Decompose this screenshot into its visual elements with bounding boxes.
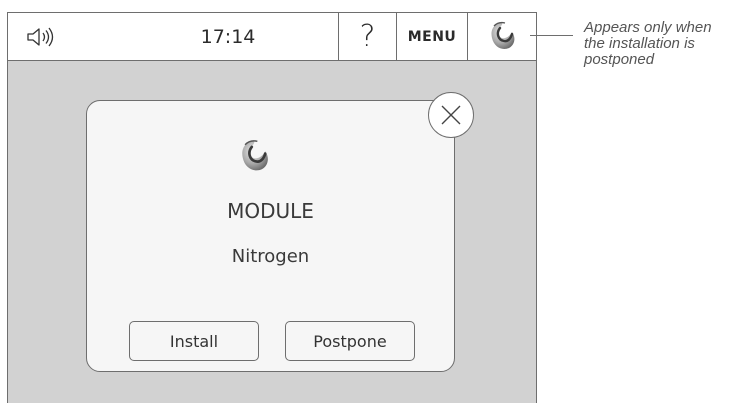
install-button[interactable]: Install: [129, 321, 259, 361]
help-button[interactable]: ?: [338, 13, 396, 60]
device-screen: 17:14 ? MENU MODULE Nitrogen Install Pos…: [7, 12, 537, 403]
annotation-note: Appears only when the installation is po…: [584, 20, 752, 68]
top-bar: 17:14 ? MENU: [8, 13, 536, 61]
module-swirl-icon: [242, 140, 268, 171]
dialog-subtitle: Nitrogen: [231, 246, 310, 267]
postponed-module-button[interactable]: [467, 13, 536, 60]
dialog-title: MODULE: [227, 199, 314, 223]
clock-time: 17:14: [200, 25, 256, 48]
annotation-leader-line: [530, 35, 573, 36]
module-swirl-icon: [491, 21, 515, 49]
menu-button[interactable]: MENU: [396, 13, 467, 60]
annotation-line: postponed: [584, 51, 655, 68]
sound-button[interactable]: [8, 13, 118, 60]
module-dialog: MODULE Nitrogen Install Postpone: [86, 100, 455, 372]
speaker-icon: [27, 27, 54, 46]
close-icon: [441, 105, 461, 125]
dialog-module-icon: [235, 138, 273, 180]
annotation-line: Appears only when: [584, 19, 712, 36]
annotation-line: the installation is: [584, 35, 695, 52]
postpone-button[interactable]: Postpone: [285, 321, 415, 361]
close-button[interactable]: [428, 92, 474, 138]
